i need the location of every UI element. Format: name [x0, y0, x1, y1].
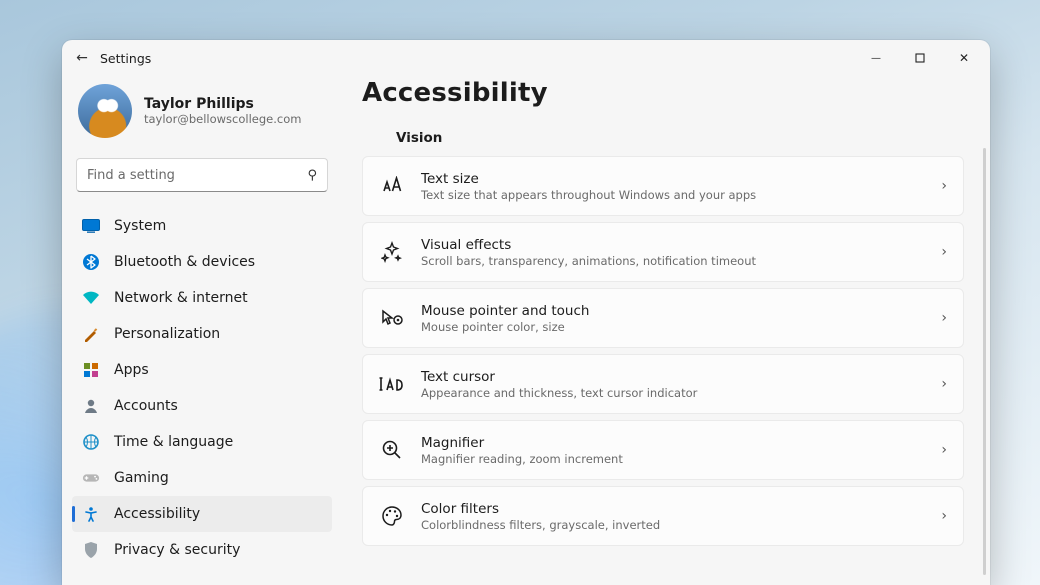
profile-name: Taylor Phillips — [144, 96, 301, 112]
chevron-right-icon: › — [941, 508, 947, 524]
card-description: Text size that appears throughout Window… — [421, 188, 941, 202]
network-icon — [82, 289, 100, 307]
sidebar-item-label: Privacy & security — [114, 542, 240, 558]
maximize-button[interactable] — [898, 40, 942, 76]
card-title: Magnifier — [421, 435, 941, 451]
accounts-icon — [82, 397, 100, 415]
personalization-icon — [82, 325, 100, 343]
main-panel: Accessibility Vision Text sizeText size … — [342, 76, 990, 585]
profile-block[interactable]: Taylor Phillips taylor@bellowscollege.co… — [72, 78, 332, 150]
sidebar-item-label: Gaming — [114, 470, 169, 486]
chevron-right-icon: › — [941, 310, 947, 326]
card-title: Text size — [421, 171, 941, 187]
card-description: Colorblindness filters, grayscale, inver… — [421, 518, 941, 532]
pointer-touch-icon — [379, 305, 405, 331]
card-list: Text sizeText size that appears througho… — [362, 156, 964, 546]
card-title: Mouse pointer and touch — [421, 303, 941, 319]
sidebar-item-bluetooth[interactable]: Bluetooth & devices — [72, 244, 332, 280]
sidebar-item-label: Bluetooth & devices — [114, 254, 255, 270]
card-color-filters[interactable]: Color filtersColorblindness filters, gra… — [362, 486, 964, 546]
settings-window: ← Settings — ✕ Taylor Phillips taylor@be… — [62, 40, 990, 585]
avatar — [78, 84, 132, 138]
accessibility-icon — [82, 505, 100, 523]
sidebar-item-accounts[interactable]: Accounts — [72, 388, 332, 424]
section-label: Vision — [362, 108, 964, 156]
magnifier-icon — [379, 437, 405, 463]
card-text-cursor[interactable]: Text cursorAppearance and thickness, tex… — [362, 354, 964, 414]
sidebar: Taylor Phillips taylor@bellowscollege.co… — [62, 76, 342, 585]
minimize-button[interactable]: — — [854, 40, 898, 76]
sidebar-item-privacy[interactable]: Privacy & security — [72, 532, 332, 568]
sidebar-item-apps[interactable]: Apps — [72, 352, 332, 388]
chevron-right-icon: › — [941, 244, 947, 260]
text-size-icon — [379, 173, 405, 199]
card-text-size[interactable]: Text sizeText size that appears througho… — [362, 156, 964, 216]
card-pointer-touch[interactable]: Mouse pointer and touchMouse pointer col… — [362, 288, 964, 348]
sidebar-item-label: Accessibility — [114, 506, 200, 522]
sidebar-item-label: System — [114, 218, 166, 234]
visual-effects-icon — [379, 239, 405, 265]
window-title: Settings — [98, 51, 151, 66]
sidebar-item-label: Accounts — [114, 398, 178, 414]
apps-icon — [82, 361, 100, 379]
sidebar-item-time[interactable]: Time & language — [72, 424, 332, 460]
card-description: Magnifier reading, zoom increment — [421, 452, 941, 466]
sidebar-item-label: Network & internet — [114, 290, 248, 306]
titlebar: ← Settings — ✕ — [62, 40, 990, 76]
sidebar-item-label: Time & language — [114, 434, 233, 450]
card-magnifier[interactable]: MagnifierMagnifier reading, zoom increme… — [362, 420, 964, 480]
system-icon — [82, 217, 100, 235]
back-button[interactable]: ← — [66, 50, 98, 66]
card-visual-effects[interactable]: Visual effectsScroll bars, transparency,… — [362, 222, 964, 282]
search-icon: ⚲ — [307, 168, 317, 183]
sidebar-item-gaming[interactable]: Gaming — [72, 460, 332, 496]
page-title: Accessibility — [362, 78, 964, 108]
bluetooth-icon — [82, 253, 100, 271]
search-input[interactable]: Find a setting ⚲ — [76, 158, 328, 192]
sidebar-item-system[interactable]: System — [72, 208, 332, 244]
close-button[interactable]: ✕ — [942, 40, 986, 76]
chevron-right-icon: › — [941, 442, 947, 458]
time-icon — [82, 433, 100, 451]
color-filters-icon — [379, 503, 405, 529]
text-cursor-icon — [379, 371, 405, 397]
card-description: Mouse pointer color, size — [421, 320, 941, 334]
card-title: Color filters — [421, 501, 941, 517]
sidebar-item-label: Personalization — [114, 326, 220, 342]
privacy-icon — [82, 541, 100, 559]
search-placeholder: Find a setting — [87, 168, 307, 183]
gaming-icon — [82, 469, 100, 487]
card-title: Visual effects — [421, 237, 941, 253]
sidebar-item-accessibility[interactable]: Accessibility — [72, 496, 332, 532]
sidebar-item-network[interactable]: Network & internet — [72, 280, 332, 316]
sidebar-item-label: Apps — [114, 362, 149, 378]
card-description: Scroll bars, transparency, animations, n… — [421, 254, 941, 268]
profile-email: taylor@bellowscollege.com — [144, 112, 301, 126]
scrollbar[interactable] — [983, 148, 986, 575]
nav-list: System Bluetooth & devices Network & inter… — [72, 206, 332, 570]
card-description: Appearance and thickness, text cursor in… — [421, 386, 941, 400]
chevron-right-icon: › — [941, 178, 947, 194]
chevron-right-icon: › — [941, 376, 947, 392]
sidebar-item-personalization[interactable]: Personalization — [72, 316, 332, 352]
card-title: Text cursor — [421, 369, 941, 385]
